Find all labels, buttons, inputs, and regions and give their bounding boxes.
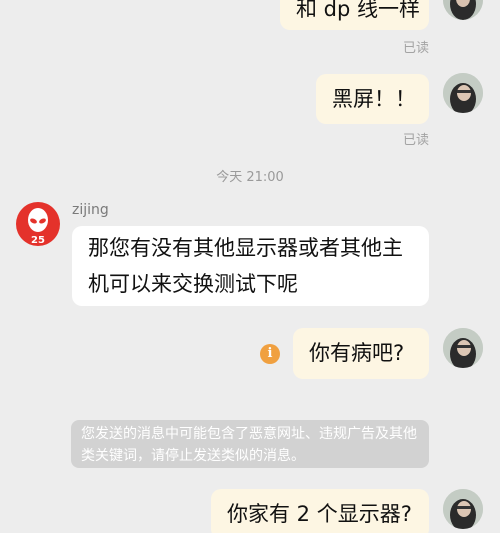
message-text: 你家有 2 个显示器?	[227, 502, 412, 526]
outgoing-message-bubble[interactable]: 你家有 2 个显示器?	[211, 489, 429, 533]
time-separator: 今天 21:00	[216, 170, 284, 185]
message-text: 黑屏！！	[332, 87, 416, 111]
sender-name: zijing	[72, 202, 109, 218]
info-icon[interactable]: i	[260, 344, 280, 364]
my-avatar[interactable]	[443, 489, 483, 529]
outgoing-message-bubble[interactable]: 黑屏！！	[316, 74, 429, 124]
my-avatar[interactable]	[443, 328, 483, 368]
outgoing-message-bubble[interactable]: 你有病吧?	[293, 328, 429, 379]
outgoing-message-bubble[interactable]: 和 dp 线一样	[280, 0, 429, 30]
avatar-photo-icon	[443, 0, 483, 20]
avatar-photo-icon	[443, 489, 483, 529]
system-warning-notice: 您发送的消息中可能包含了恶意网址、违规广告及其他类关键词，请停止发送类似的消息。	[71, 420, 429, 468]
avatar-photo-icon	[443, 328, 483, 368]
message-text: 那您有没有其他显示器或者其他主机可以来交换测试下呢	[88, 236, 403, 296]
avatar-photo-icon	[443, 73, 483, 113]
message-text: 和 dp 线一样	[296, 0, 421, 21]
incoming-message-bubble[interactable]: 那您有没有其他显示器或者其他主机可以来交换测试下呢	[72, 226, 429, 306]
message-text: 你有病吧?	[309, 341, 405, 365]
my-avatar[interactable]	[443, 0, 483, 20]
read-receipt: 已读	[403, 133, 430, 148]
alien-logo-icon: 25	[28, 208, 48, 246]
my-avatar[interactable]	[443, 73, 483, 113]
sender-avatar[interactable]: 25	[16, 202, 60, 246]
read-receipt: 已读	[403, 41, 430, 56]
svg-text:25: 25	[31, 235, 45, 246]
